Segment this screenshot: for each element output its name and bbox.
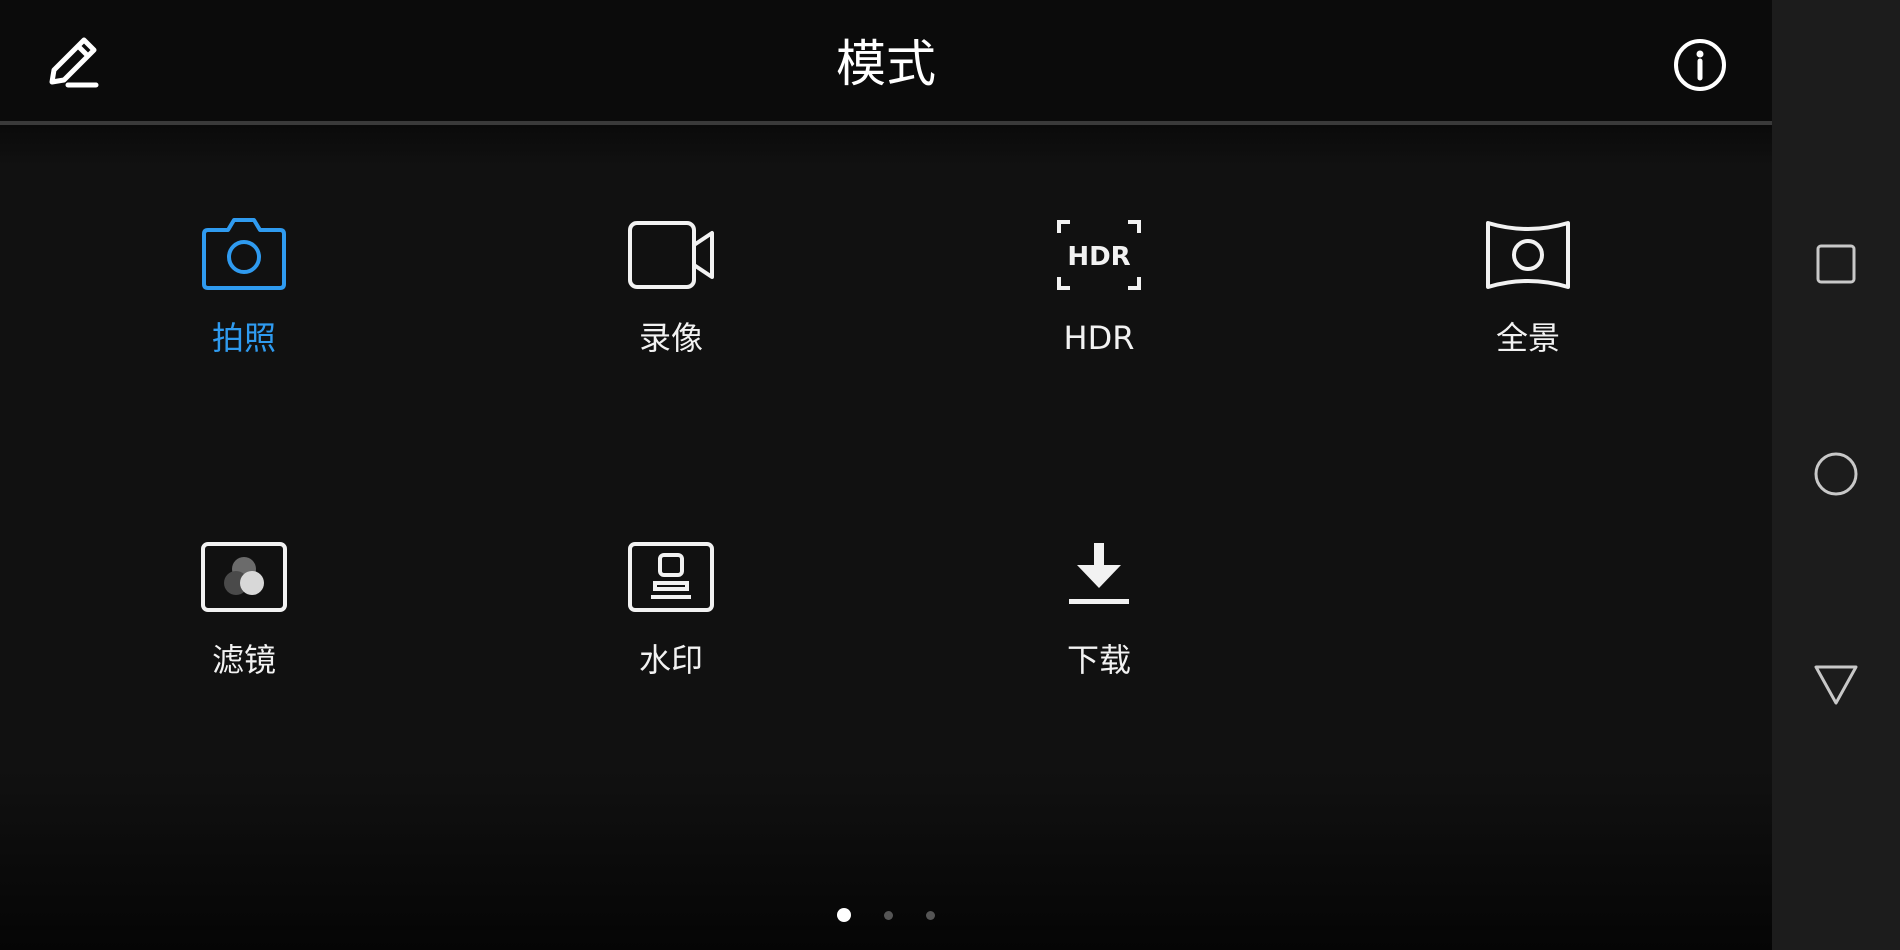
mode-watermark[interactable]: 水印 [541,527,801,747]
recent-apps-icon [1816,244,1856,284]
page-indicator [0,908,1772,922]
mode-panorama[interactable]: 全景 [1398,205,1658,425]
mode-label-panorama: 全景 [1495,319,1560,357]
bottom-fade [0,770,1772,950]
mode-video[interactable]: 录像 [541,205,801,425]
panorama-icon [1486,221,1570,289]
header-bar: 模式 [0,0,1772,121]
back-button[interactable] [1796,645,1876,725]
header-shadow [0,125,1772,165]
info-icon [1674,39,1726,91]
mode-label-download: 下载 [1066,641,1131,679]
back-icon [1814,665,1858,705]
page-dot-3[interactable] [926,911,935,920]
mode-label-watermark: 水印 [638,641,703,679]
camera-icon [202,218,286,290]
home-icon [1814,452,1858,496]
mode-label-filter: 滤镜 [211,641,276,679]
page-dot-2[interactable] [884,911,893,920]
hdr-icon: HDR [1057,220,1141,290]
page-dot-1-active[interactable] [837,908,851,922]
info-button[interactable] [1665,30,1735,100]
watermark-stamp-icon [628,542,714,612]
mode-download[interactable]: 下载 [969,527,1229,747]
mode-photo[interactable]: 拍照 [114,205,374,425]
video-camera-icon [628,221,714,289]
recent-apps-button[interactable] [1796,224,1876,304]
mode-screen: 模式 拍照 录像 HDR HDR 全景 滤镜 水印 下载 [0,0,1772,950]
mode-hdr[interactable]: HDR HDR [969,205,1229,425]
download-icon [1069,543,1129,604]
mode-label-hdr: HDR [1063,319,1135,357]
page-title: 模式 [836,35,936,93]
home-button[interactable] [1796,434,1876,514]
edit-pencil-icon [49,37,99,88]
filter-icon [201,542,287,612]
system-navigation-bar [1772,0,1900,950]
mode-label-photo: 拍照 [211,319,276,357]
svg-text:HDR: HDR [1067,242,1130,272]
mode-label-video: 录像 [638,319,703,357]
mode-filter[interactable]: 滤镜 [114,527,374,747]
edit-button[interactable] [38,30,108,100]
